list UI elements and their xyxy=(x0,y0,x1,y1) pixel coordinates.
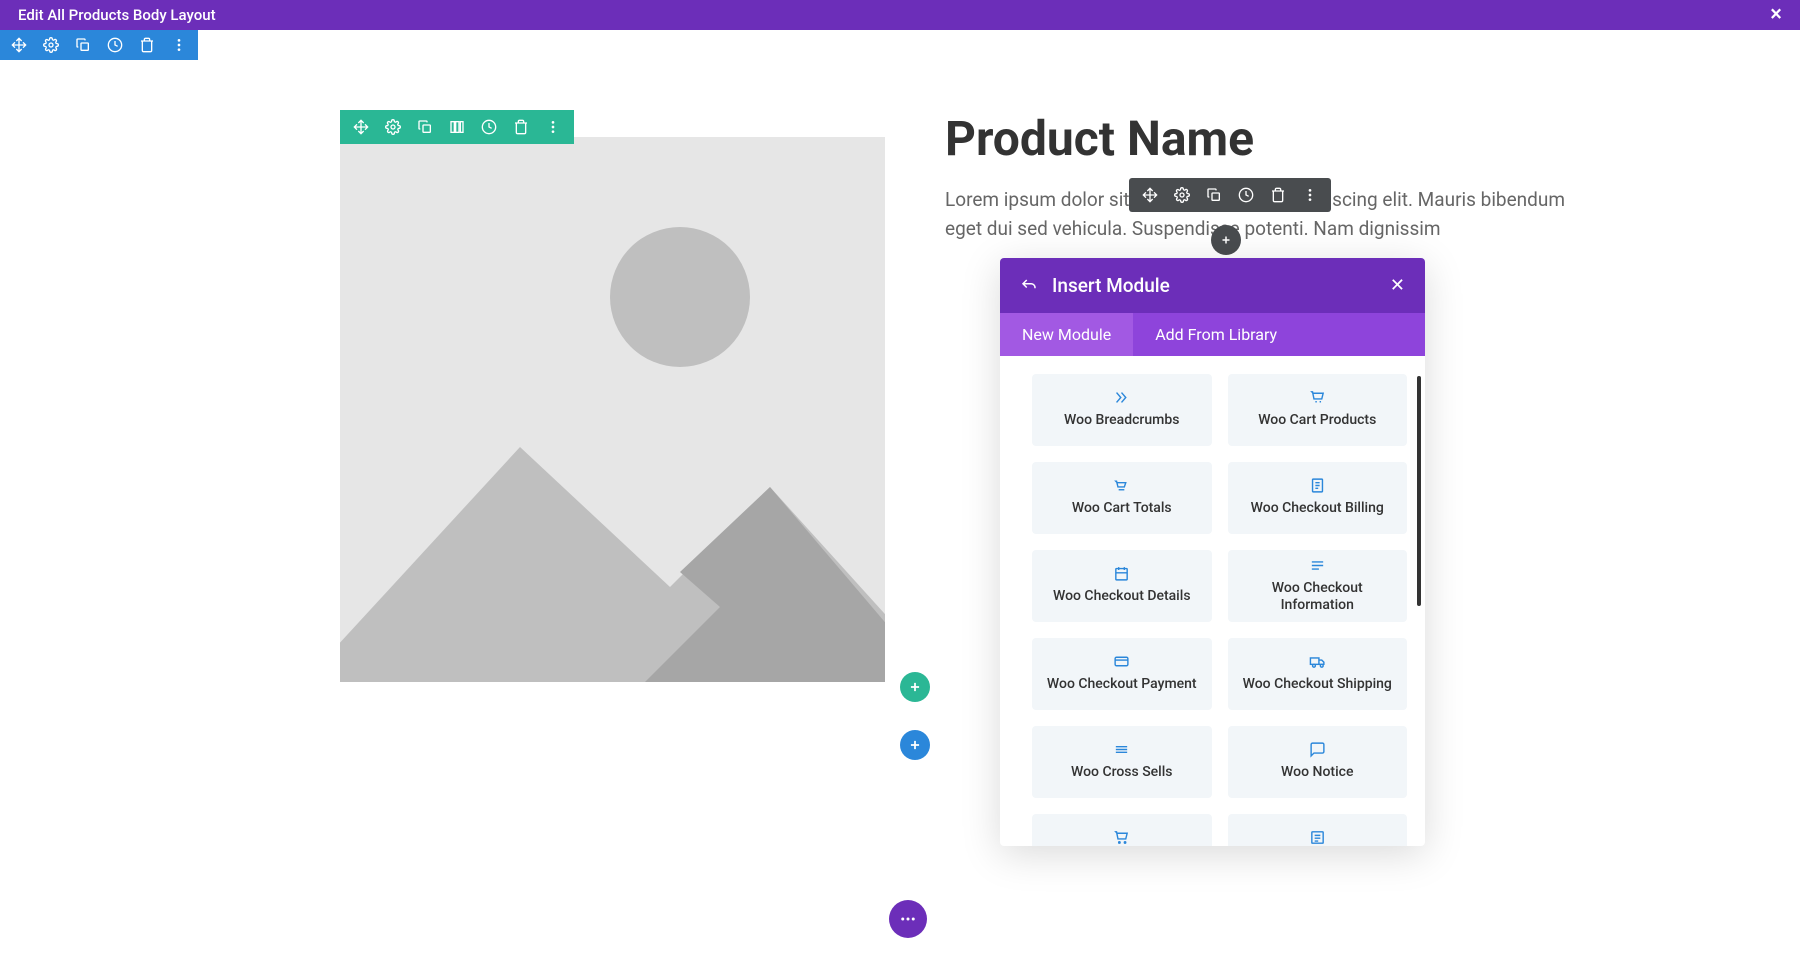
delete-icon[interactable] xyxy=(1269,186,1287,204)
module-woo-checkout-payment[interactable]: Woo Checkout Payment xyxy=(1032,638,1212,710)
back-icon[interactable] xyxy=(1020,277,1038,295)
close-icon[interactable]: × xyxy=(1770,4,1782,26)
module-label: Woo Notice xyxy=(1281,764,1353,780)
module-woo-checkout-information[interactable]: Woo Checkout Information xyxy=(1228,550,1408,622)
more-icon[interactable] xyxy=(170,36,188,54)
details-icon xyxy=(1113,565,1130,582)
breadcrumbs-icon xyxy=(1113,389,1130,406)
move-icon[interactable] xyxy=(352,118,370,136)
save-icon[interactable] xyxy=(480,118,498,136)
columns-icon[interactable] xyxy=(448,118,466,136)
module-woo-notice[interactable]: Woo Notice xyxy=(1228,726,1408,798)
module-woo-checkout-billing[interactable]: Woo Checkout Billing xyxy=(1228,462,1408,534)
module-woo-checkout-shipping[interactable]: Woo Checkout Shipping xyxy=(1228,638,1408,710)
description-icon xyxy=(1309,829,1326,846)
module-label: Woo Cart Products xyxy=(1258,412,1376,428)
module-label: Woo Checkout Shipping xyxy=(1243,676,1392,692)
module-label: Woo Breadcrumbs xyxy=(1064,412,1179,428)
module-label: Woo Checkout Information xyxy=(1236,580,1400,612)
notice-icon xyxy=(1309,741,1326,758)
move-icon[interactable] xyxy=(10,36,28,54)
section-toolbar xyxy=(0,30,198,60)
add-section-button[interactable] xyxy=(900,730,930,760)
floating-menu-button[interactable] xyxy=(889,900,927,938)
settings-icon[interactable] xyxy=(384,118,402,136)
duplicate-icon[interactable] xyxy=(74,36,92,54)
module-label: Woo Checkout Details xyxy=(1053,588,1191,604)
module-woo-cross-sells[interactable]: Woo Cross Sells xyxy=(1032,726,1212,798)
product-image-placeholder[interactable] xyxy=(340,137,885,682)
more-icon[interactable] xyxy=(544,118,562,136)
more-icon[interactable] xyxy=(1301,186,1319,204)
shipping-icon xyxy=(1309,653,1326,670)
scrollbar-thumb[interactable] xyxy=(1417,376,1421,606)
module-toolbar xyxy=(1129,178,1331,212)
module-label: Woo Checkout Billing xyxy=(1251,500,1384,516)
row-toolbar xyxy=(340,110,574,144)
insert-module-modal: Insert Module ✕ New Module Add From Libr… xyxy=(1000,258,1425,846)
module-woo-product-description[interactable]: Woo Product Description xyxy=(1228,814,1408,846)
page-title: Edit All Products Body Layout xyxy=(18,6,216,24)
tab-new-module[interactable]: New Module xyxy=(1000,313,1133,356)
save-icon[interactable] xyxy=(106,36,124,54)
module-woo-breadcrumbs[interactable]: Woo Breadcrumbs xyxy=(1032,374,1212,446)
add-module-button[interactable] xyxy=(1211,225,1241,255)
billing-icon xyxy=(1309,477,1326,494)
modal-tabs: New Module Add From Library xyxy=(1000,313,1425,356)
tab-add-from-library[interactable]: Add From Library xyxy=(1133,313,1299,356)
close-icon[interactable]: ✕ xyxy=(1390,275,1405,296)
delete-icon[interactable] xyxy=(512,118,530,136)
module-woo-add-to-cart[interactable]: Woo Product Add To Cart xyxy=(1032,814,1212,846)
top-bar: Edit All Products Body Layout × xyxy=(0,0,1800,30)
module-woo-cart-totals[interactable]: Woo Cart Totals xyxy=(1032,462,1212,534)
modal-body: Woo Breadcrumbs Woo Cart Products Woo Ca… xyxy=(1000,356,1425,846)
content-area: Product Name Lorem ipsum dolor sit amet,… xyxy=(0,60,1800,682)
module-label: Woo Cart Totals xyxy=(1072,500,1172,516)
module-label: Woo Cross Sells xyxy=(1071,764,1173,780)
duplicate-icon[interactable] xyxy=(416,118,434,136)
move-icon[interactable] xyxy=(1141,186,1159,204)
duplicate-icon[interactable] xyxy=(1205,186,1223,204)
cart-icon xyxy=(1309,389,1326,406)
cross-sells-icon xyxy=(1113,741,1130,758)
product-title: Product Name xyxy=(945,110,1570,167)
module-woo-checkout-details[interactable]: Woo Checkout Details xyxy=(1032,550,1212,622)
modal-header: Insert Module ✕ xyxy=(1000,258,1425,313)
module-woo-cart-products[interactable]: Woo Cart Products xyxy=(1228,374,1408,446)
module-label: Woo Checkout Payment xyxy=(1047,676,1197,692)
add-row-button[interactable] xyxy=(900,672,930,702)
modal-title: Insert Module xyxy=(1052,274,1376,297)
info-icon xyxy=(1309,557,1326,574)
settings-icon[interactable] xyxy=(1173,186,1191,204)
delete-icon[interactable] xyxy=(138,36,156,54)
module-grid: Woo Breadcrumbs Woo Cart Products Woo Ca… xyxy=(1032,374,1407,846)
save-icon[interactable] xyxy=(1237,186,1255,204)
settings-icon[interactable] xyxy=(42,36,60,54)
payment-icon xyxy=(1113,653,1130,670)
cart-totals-icon xyxy=(1113,477,1130,494)
add-to-cart-icon xyxy=(1113,829,1130,846)
